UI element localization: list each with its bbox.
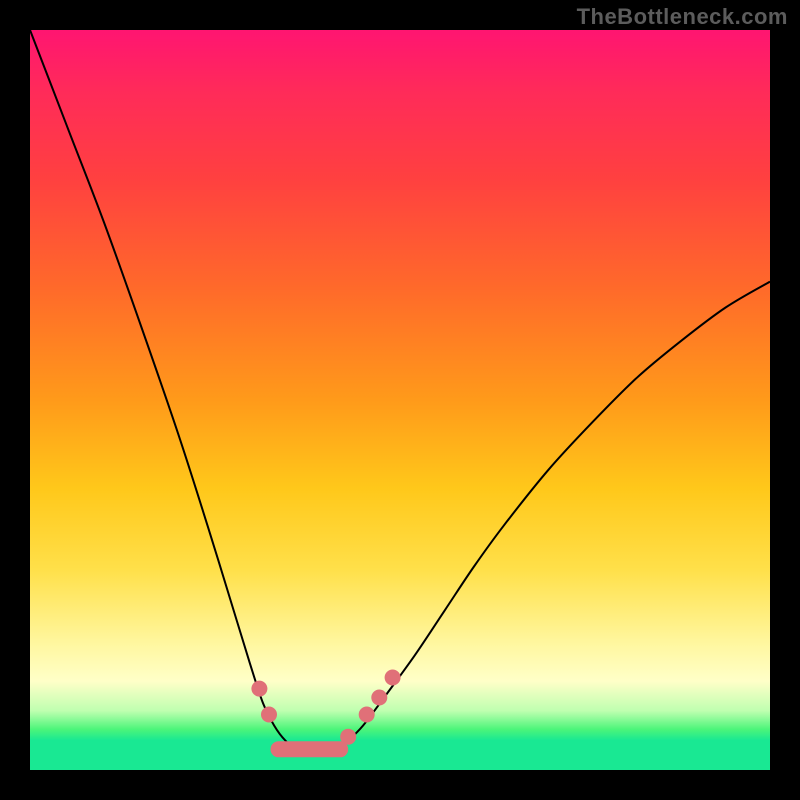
valley-bar	[271, 741, 349, 757]
highlight-dot	[359, 707, 375, 723]
chart-frame: TheBottleneck.com	[0, 0, 800, 800]
curve-layer	[30, 30, 770, 770]
plot-area	[30, 30, 770, 770]
highlight-dot	[371, 690, 387, 706]
bottleneck-curve	[30, 30, 770, 749]
highlight-dot	[261, 707, 277, 723]
highlight-dot	[385, 670, 401, 686]
watermark-text: TheBottleneck.com	[577, 4, 788, 30]
highlight-dot	[251, 681, 267, 697]
